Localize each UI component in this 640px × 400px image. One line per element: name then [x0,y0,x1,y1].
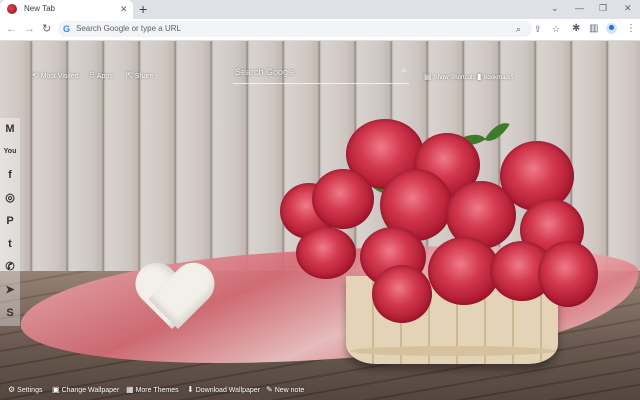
reload-button[interactable]: ↻ [42,22,51,36]
new-tab-page: ⟲ Most Visited ⠿ Apps ⇱ Share Search Google… [0,41,640,400]
new-note-button[interactable]: ✎ New note [266,385,304,394]
gmail-icon[interactable]: M [0,121,20,137]
change-wallpaper-button[interactable]: ▣ Change Wallpaper [52,385,119,394]
tab-new-tab[interactable]: New Tab ✕ [0,0,133,19]
tab-search-dropdown-icon[interactable]: ⌄ [551,2,559,14]
social-sidebar: M You f ◎ P t ✆ ➤ S [0,118,20,326]
omnibox-placeholder[interactable]: Search Google or type a URL [76,24,181,33]
profile-avatar[interactable] [606,23,617,34]
wallpaper-white-heart [136,265,214,337]
skype-icon[interactable]: S [0,305,20,321]
themes-icon: ▦ [126,385,134,394]
gear-icon: ⚙ [8,385,16,394]
omnibox[interactable]: G Search Google or type a URL ⌕ ⇪ ☆ [58,21,560,37]
tab-close-icon[interactable]: ✕ [120,3,128,15]
bookmarks-link[interactable]: ▮ Bookmarks [477,72,513,81]
forward-button[interactable]: → [24,22,35,36]
back-button[interactable]: ← [6,22,17,36]
chrome-menu-icon[interactable]: ⋮ [626,22,636,36]
twitter-icon[interactable]: t [0,236,20,252]
bookmark-icon: ▮ [477,72,482,81]
search-icon[interactable]: ⌕ [401,65,407,76]
share-icon[interactable]: ⇪ [534,22,542,36]
new-tab-button[interactable]: + [139,1,147,17]
bookmark-star-icon[interactable]: ☆ [552,22,560,36]
facebook-icon[interactable]: f [0,167,20,183]
shortcuts-icon: ▤ [424,72,432,81]
settings-button[interactable]: ⚙ Settings [8,385,42,394]
maximize-button[interactable]: ❐ [599,2,607,14]
share-box-icon: ⇱ [126,71,133,80]
minimize-button[interactable]: — [575,2,584,14]
extensions-icon[interactable]: ✱ [572,22,580,36]
share-link[interactable]: ⇱ Share [126,71,153,80]
wallpaper-bucket-rim [350,346,556,356]
most-visited-link[interactable]: ⟲ Most Visited [32,71,79,80]
search-box[interactable]: Search Google ⌕ [233,65,409,84]
window-close-button[interactable]: ✕ [624,2,632,14]
bottom-bar: ⚙ Settings ▣ Change Wallpaper ▦ More Themes… [0,382,640,400]
show-shortcuts-link[interactable]: ▤ Show Shortcuts [424,72,476,81]
instagram-icon[interactable]: ◎ [0,190,20,206]
wallpaper-icon: ▣ [52,385,60,394]
apps-link[interactable]: ⠿ Apps [89,71,113,80]
download-icon: ⬇ [187,385,194,394]
history-icon: ⟲ [32,71,39,80]
tab-title: New Tab [24,4,55,13]
browser-toolbar: ← → ↻ G Search Google or type a URL ⌕ ⇪ … [0,19,640,41]
google-g-icon: G [63,24,71,34]
zoom-icon[interactable]: ⌕ [516,22,521,36]
pinterest-icon[interactable]: P [0,213,20,229]
note-icon: ✎ [266,385,273,394]
side-panel-icon[interactable]: ▥ [589,22,598,36]
download-wallpaper-button[interactable]: ⬇ Download Wallpaper [187,385,260,394]
telegram-icon[interactable]: ➤ [0,282,20,298]
tab-strip: New Tab ✕ + ⌄ — ❐ ✕ [0,0,640,19]
search-placeholder[interactable]: Search Google [235,67,295,77]
rose-favicon-icon [7,4,17,14]
more-themes-button[interactable]: ▦ More Themes [126,385,179,394]
youtube-icon[interactable]: You [0,144,20,160]
whatsapp-icon[interactable]: ✆ [0,259,20,275]
apps-grid-icon: ⠿ [89,71,95,80]
